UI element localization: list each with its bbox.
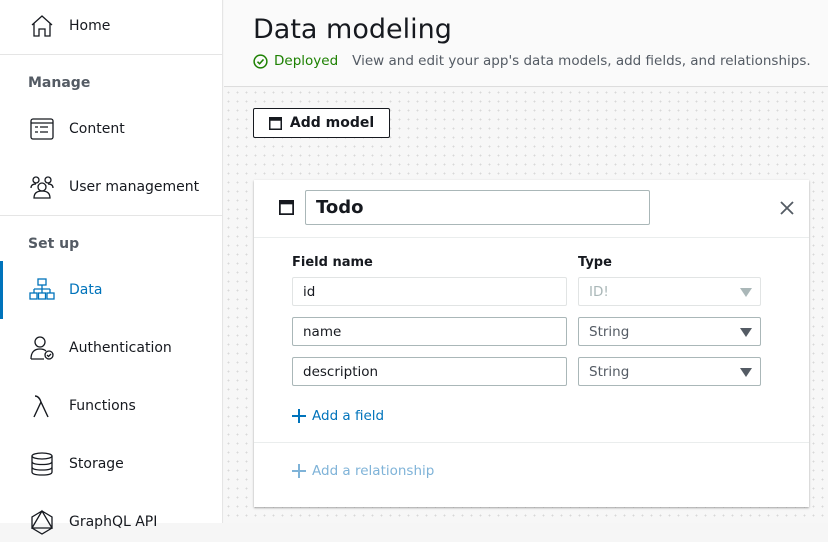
content-icon [30,118,54,140]
sidebar-item-functions[interactable]: Functions [0,386,222,426]
sidebar: Home Manage Content User management Set … [0,0,223,535]
add-relationship-button: Add a relationship [292,463,434,479]
divider [0,215,222,216]
model-card: Todo Field name Type id ID! name String … [254,180,809,507]
user-check-icon [30,336,54,360]
lambda-icon [33,395,49,418]
sidebar-item-label: Functions [69,398,136,414]
close-icon[interactable] [780,201,794,215]
data-model-icon [29,278,55,300]
field-name-header: Field name [292,255,373,270]
check-circle-icon [253,53,268,69]
sidebar-item-label: Content [69,121,125,137]
field-type-select[interactable]: String [578,357,761,386]
field-type-value: ID! [589,283,609,300]
dropdown-arrow-icon [740,288,752,297]
sidebar-item-storage[interactable]: Storage [0,444,222,484]
sidebar-item-label: Authentication [69,340,172,356]
field-type-value: String [589,323,630,340]
section-heading-setup: Set up [28,236,80,252]
users-icon [30,176,54,199]
sidebar-item-label: GraphQL API [69,514,158,530]
sidebar-item-home[interactable]: Home [0,6,222,46]
sidebar-item-label: User management [69,179,200,195]
field-name-input[interactable]: description [292,357,567,386]
add-field-label: Add a field [312,408,385,424]
page-header: Data modeling Deployed View and edit you… [224,0,828,87]
model-name-input[interactable]: Todo [305,190,650,225]
sidebar-item-graphql-api[interactable]: GraphQL API [0,502,222,542]
type-header: Type [578,255,612,270]
plus-icon [292,464,306,478]
sidebar-item-content[interactable]: Content [0,109,222,149]
sidebar-item-data[interactable]: Data [0,261,222,319]
dropdown-arrow-icon [740,368,752,377]
dropdown-arrow-icon [740,328,752,337]
add-model-label: Add model [289,115,375,131]
field-name-input[interactable]: id [292,277,567,306]
sidebar-item-authentication[interactable]: Authentication [0,328,222,368]
divider [254,442,809,443]
sidebar-item-label: Storage [69,456,124,472]
add-field-button[interactable]: Add a field [292,408,384,424]
table-icon [279,200,294,215]
plus-icon [292,409,306,423]
page-title: Data modeling [253,14,452,45]
graphql-icon [30,509,54,535]
sidebar-item-label: Data [69,282,103,298]
home-icon [31,15,53,37]
page-description: View and edit your app's data models, ad… [352,53,811,69]
section-heading-manage: Manage [28,75,91,91]
field-type-select: ID! [578,277,761,306]
status-line: Deployed View and edit your app's data m… [253,53,811,69]
divider [0,54,222,55]
status-badge: Deployed [274,53,339,69]
database-icon [31,452,53,476]
field-type-value: String [589,363,630,380]
sidebar-item-user-management[interactable]: User management [0,167,222,207]
field-name-input[interactable]: name [292,317,567,346]
add-relationship-label: Add a relationship [312,463,435,479]
sidebar-item-label: Home [69,18,111,34]
add-model-button[interactable]: Add model [253,108,390,138]
field-type-select[interactable]: String [578,317,761,346]
divider [254,237,809,238]
table-icon [268,116,282,130]
